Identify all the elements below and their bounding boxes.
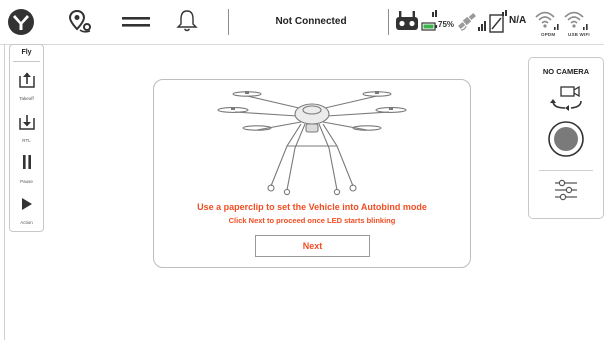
rc-signal-icon [489, 10, 507, 33]
takeoff-icon[interactable] [18, 71, 36, 89]
separator [228, 9, 229, 35]
separator [13, 61, 40, 62]
top-toolbar: Not Connected 75% N/A OPDM USB WIFI [0, 0, 604, 45]
pause-icon[interactable] [21, 154, 33, 170]
rtl-icon[interactable] [18, 113, 36, 131]
usb-wifi-label: USB WIFI [568, 32, 590, 37]
separator [539, 170, 593, 171]
autobind-instruction: Use a paperclip to set the Vehicle into … [197, 202, 427, 212]
connection-status: Not Connected [275, 16, 347, 27]
left-edge-line [4, 44, 5, 340]
vehicle-battery-icon [396, 11, 418, 30]
opdm-wifi-icon [535, 11, 559, 30]
camera-panel: NO CAMERA [528, 57, 604, 219]
bell-icon[interactable] [176, 8, 198, 34]
gps-satellite-icon [458, 13, 486, 31]
menu-icon[interactable] [122, 13, 150, 31]
fly-toolbar: Fly Takeoff RTL Pause Action [9, 44, 44, 232]
rtl-label[interactable]: RTL [10, 138, 43, 143]
rc-signal-value: N/A [509, 15, 527, 26]
battery-percent: 75% [438, 20, 455, 29]
usb-wifi-icon [564, 11, 588, 30]
takeoff-label[interactable]: Takeoff [10, 96, 43, 101]
pause-label[interactable]: Pause [10, 179, 43, 184]
autobind-dialog: Use a paperclip to set the Vehicle into … [153, 79, 471, 268]
opdm-label: OPDM [541, 32, 556, 37]
fly-toolbar-title: Fly [21, 49, 32, 56]
plan-view-icon[interactable] [68, 8, 94, 36]
switch-camera-icon[interactable] [549, 84, 585, 114]
action-play-icon[interactable] [21, 197, 33, 211]
shutter-button-icon[interactable] [547, 120, 585, 158]
camera-status-title: NO CAMERA [542, 67, 590, 76]
action-label[interactable]: Action [10, 220, 43, 225]
separator [388, 9, 389, 35]
app-logo-icon[interactable] [6, 7, 36, 37]
autobind-hint: Click Next to proceed once LED starts bl… [228, 216, 396, 225]
battery-level-icon [421, 10, 438, 31]
drone-illustration [217, 91, 407, 196]
camera-settings-sliders-icon[interactable] [554, 179, 578, 201]
next-button[interactable]: Next [255, 235, 370, 257]
